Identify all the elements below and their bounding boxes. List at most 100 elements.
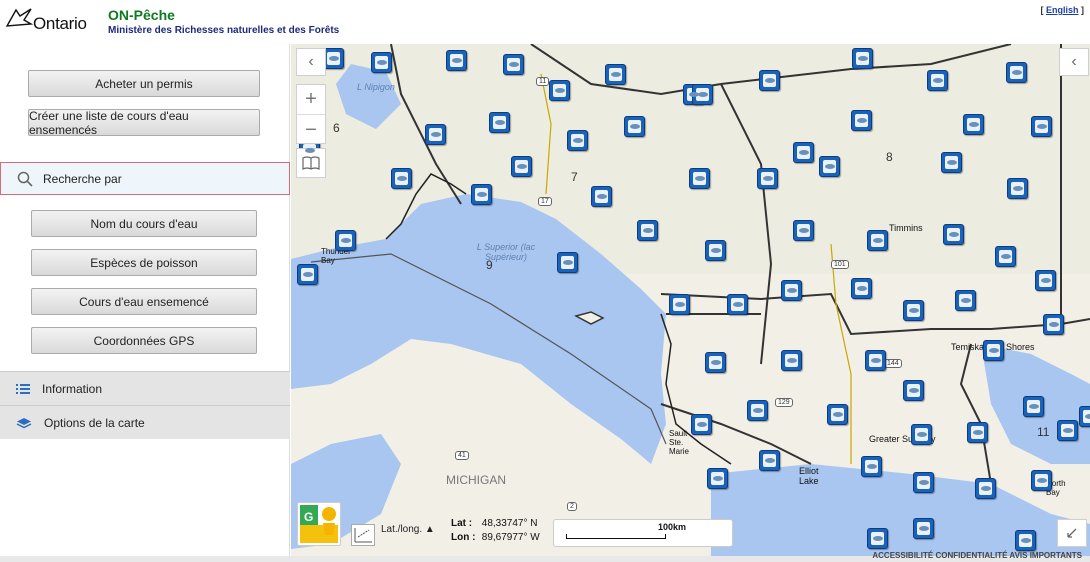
- sidebar: Acheter un permis Créer une liste de cou…: [0, 44, 290, 556]
- fish-stocking-icon[interactable]: [851, 110, 872, 131]
- fish-stocking-icon[interactable]: [983, 340, 1004, 361]
- fish-stocking-icon[interactable]: [511, 156, 532, 177]
- fish-stocking-icon[interactable]: [1023, 396, 1044, 417]
- fish-stocking-icon[interactable]: [591, 186, 612, 207]
- fish-stocking-icon[interactable]: [781, 350, 802, 371]
- fish-stocking-icon[interactable]: [371, 52, 392, 73]
- english-link[interactable]: English: [1046, 5, 1079, 15]
- highway-11-shield: 11: [536, 77, 550, 86]
- fish-stocking-icon[interactable]: [757, 168, 778, 189]
- fish-stocking-icon[interactable]: [1079, 406, 1090, 427]
- fish-stocking-icon[interactable]: [1031, 470, 1052, 491]
- fish-stocking-icon[interactable]: [446, 50, 467, 71]
- fish-stocking-icon[interactable]: [705, 240, 726, 261]
- fish-stocking-icon[interactable]: [489, 112, 510, 133]
- expand-icon: [1067, 528, 1077, 538]
- fish-stocking-icon[interactable]: [1057, 420, 1078, 441]
- fish-stocking-icon[interactable]: [335, 230, 356, 251]
- fish-stocking-icon[interactable]: [759, 450, 780, 471]
- chevron-left-icon: ‹: [308, 53, 314, 70]
- fish-stocking-icon[interactable]: [549, 80, 570, 101]
- fish-stocking-icon[interactable]: [819, 156, 840, 177]
- fish-stocking-icon[interactable]: [995, 246, 1016, 267]
- search-stocked-waterbody-button[interactable]: Cours d'eau ensemencé: [31, 288, 257, 315]
- fish-stocking-icon[interactable]: [605, 64, 626, 85]
- create-stocked-list-button[interactable]: Créer une liste de cours d'eau ensemencé…: [28, 109, 260, 137]
- fish-stocking-icon[interactable]: [503, 54, 524, 75]
- fish-stocking-icon[interactable]: [1007, 178, 1028, 199]
- fish-stocking-icon[interactable]: [967, 422, 988, 443]
- fish-stocking-icon[interactable]: [471, 184, 492, 205]
- fish-stocking-icon[interactable]: [911, 424, 932, 445]
- fish-stocking-icon[interactable]: [955, 290, 976, 311]
- fish-stocking-icon[interactable]: [941, 152, 962, 173]
- fish-stocking-icon[interactable]: [567, 130, 588, 151]
- fish-stocking-icon[interactable]: [637, 220, 658, 241]
- fish-stocking-icon[interactable]: [323, 48, 344, 69]
- fish-stocking-icon[interactable]: [747, 400, 768, 421]
- zone-7-label: 7: [571, 170, 578, 184]
- search-waterbody-name-button[interactable]: Nom du cours d'eau: [31, 210, 257, 237]
- map-footer: G Lat./long. ▲ Lat : 48,33747° N Lon : 8…: [291, 497, 1090, 556]
- search-by-section[interactable]: Recherche par: [0, 162, 290, 195]
- fish-stocking-icon[interactable]: [793, 220, 814, 241]
- lang-bracket-close: ]: [1081, 5, 1084, 15]
- fish-stocking-icon[interactable]: [852, 48, 873, 69]
- fish-stocking-icon[interactable]: [865, 350, 886, 371]
- collapse-sidebar-button[interactable]: ‹: [296, 48, 326, 76]
- fish-stocking-icon[interactable]: [903, 300, 924, 321]
- expand-panel-button[interactable]: ‹: [1059, 48, 1089, 76]
- fish-stocking-icon[interactable]: [963, 114, 984, 135]
- fish-stocking-icon[interactable]: [851, 278, 872, 299]
- fish-stocking-icon[interactable]: [827, 404, 848, 425]
- fish-stocking-icon[interactable]: [913, 472, 934, 493]
- fish-stocking-icon[interactable]: [1035, 270, 1056, 291]
- fish-stocking-icon[interactable]: [793, 142, 814, 163]
- fish-stocking-icon[interactable]: [781, 280, 802, 301]
- fish-stocking-icon[interactable]: [861, 456, 882, 477]
- search-icon: [17, 171, 33, 187]
- fish-stocking-icon[interactable]: [707, 468, 728, 489]
- xy-projection-icon[interactable]: [351, 524, 375, 546]
- fish-stocking-icon[interactable]: [759, 70, 780, 91]
- fish-stocking-icon[interactable]: [727, 294, 748, 315]
- street-view-button[interactable]: G: [297, 502, 341, 546]
- fish-stocking-icon[interactable]: [297, 264, 318, 285]
- fish-stocking-icon[interactable]: [927, 70, 948, 91]
- chevron-left-icon: ‹: [1071, 53, 1077, 70]
- search-fish-species-button[interactable]: Espèces de poisson: [31, 249, 257, 276]
- information-section[interactable]: Information: [0, 371, 290, 405]
- ontario-logo-text[interactable]: Ontario: [33, 14, 87, 34]
- fish-stocking-icon[interactable]: [1031, 116, 1052, 137]
- footer-links[interactable]: ACCESSIBILITÉ CONFIDENTIALITÉ AVIS IMPOR…: [872, 551, 1082, 560]
- buy-permit-button[interactable]: Acheter un permis: [28, 70, 260, 97]
- fullscreen-button[interactable]: [1057, 519, 1087, 547]
- fish-stocking-icon[interactable]: [425, 124, 446, 145]
- highway-41-shield: 41: [455, 451, 469, 460]
- map-view[interactable]: L Nipigon L Superior (lac Supérieur) MIC…: [291, 44, 1090, 556]
- fish-stocking-icon[interactable]: [705, 352, 726, 373]
- fish-stocking-icon[interactable]: [669, 294, 690, 315]
- fish-stocking-icon[interactable]: [1006, 62, 1027, 83]
- fish-stocking-icon[interactable]: [975, 478, 996, 499]
- michigan-label: MICHIGAN: [446, 473, 506, 487]
- zone-11-label: 11: [1037, 425, 1050, 439]
- fish-stocking-icon[interactable]: [691, 414, 712, 435]
- fish-stocking-icon[interactable]: [1043, 314, 1064, 335]
- zoom-control: + −: [296, 84, 326, 144]
- search-gps-coordinates-button[interactable]: Coordonnées GPS: [31, 327, 257, 354]
- zoom-in-button[interactable]: +: [297, 85, 325, 115]
- highway-101-shield: 101: [831, 260, 849, 269]
- fish-stocking-icon[interactable]: [943, 224, 964, 245]
- fish-stocking-icon[interactable]: [391, 168, 412, 189]
- coordinate-system-dropdown[interactable]: Lat./long. ▲: [381, 524, 435, 535]
- fish-stocking-icon[interactable]: [867, 230, 888, 251]
- fish-stocking-icon[interactable]: [903, 380, 924, 401]
- fish-stocking-icon[interactable]: [689, 168, 710, 189]
- scale-bar: 100km: [553, 519, 733, 547]
- zoom-out-button[interactable]: −: [297, 115, 325, 145]
- fish-stocking-icon[interactable]: [557, 252, 578, 273]
- fish-stocking-icon[interactable]: [624, 116, 645, 137]
- lake-nipigon-label: L Nipigon: [357, 82, 395, 92]
- map-options-section[interactable]: Options de la carte: [0, 405, 290, 439]
